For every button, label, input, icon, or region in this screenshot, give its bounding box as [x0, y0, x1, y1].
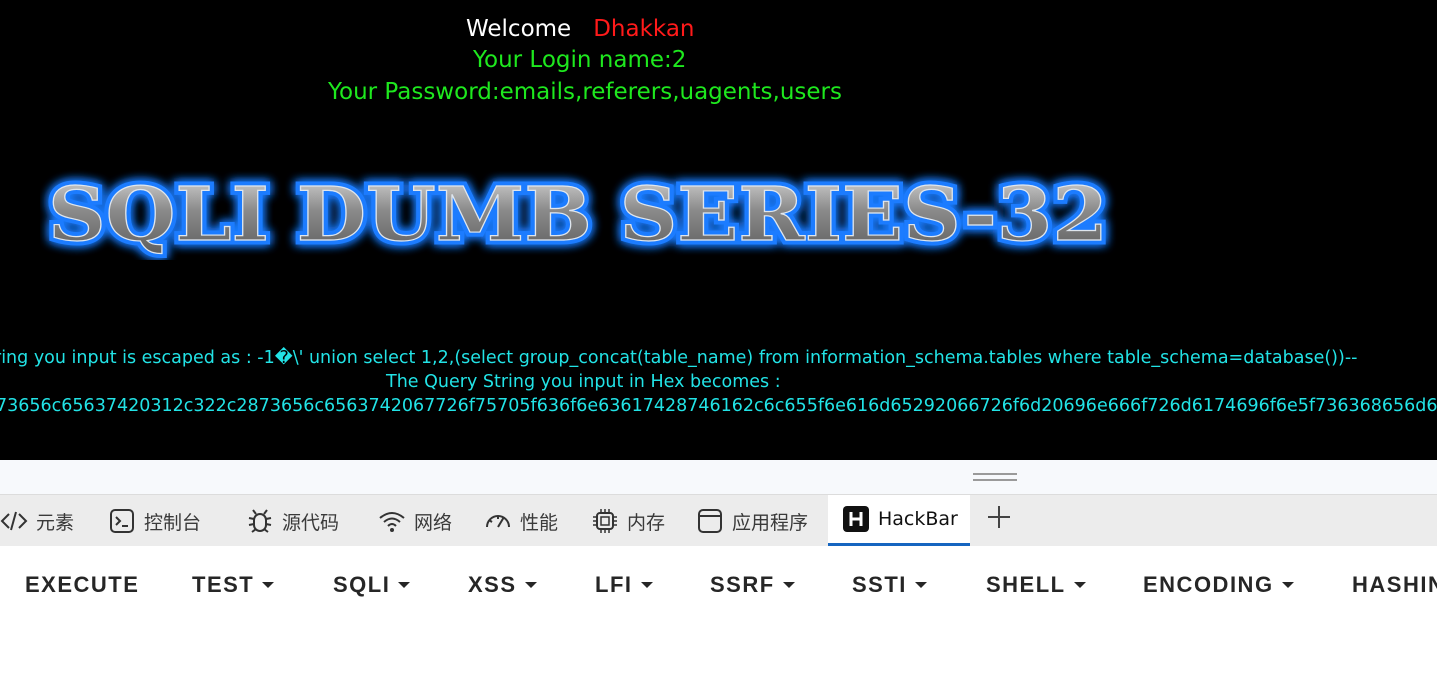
caret-down-icon: [524, 582, 537, 588]
hex-value-line: 73656c65637420312c322c2873656c6563742067…: [0, 396, 1437, 416]
lfi-menu-button[interactable]: LFI: [595, 572, 653, 598]
tab-console[interactable]: 控制台: [108, 495, 201, 547]
button-label: HASHIN: [1352, 572, 1437, 597]
tab-network[interactable]: 网络: [378, 495, 452, 547]
caret-down-icon: [1073, 582, 1086, 588]
welcome-line: Welcome Dhakkan: [466, 16, 695, 42]
button-label: EXECUTE: [25, 572, 140, 597]
banner-title-image: SQLI DUMB SERIES-32 SQLI DUMB SERIES-32: [44, 168, 1113, 261]
shell-menu-button[interactable]: SHELL: [986, 572, 1086, 598]
tab-memory[interactable]: 内存: [591, 495, 665, 547]
chip-icon: [591, 507, 619, 535]
wifi-icon: [378, 507, 406, 535]
login-name-line: Your Login name:2: [473, 47, 687, 73]
button-label: SSTI: [852, 572, 907, 597]
caret-down-icon: [640, 582, 653, 588]
tab-sources[interactable]: 源代码: [246, 495, 339, 547]
add-tab-button[interactable]: [985, 495, 1013, 547]
hackbar-logo-icon: [842, 505, 870, 533]
hackbar-toolbar: EXECUTE TEST SQLI XSS LFI SSRF SSTI SHEL…: [0, 546, 1437, 626]
welcome-label: Welcome: [466, 16, 572, 42]
plus-icon: [985, 503, 1013, 539]
window-icon: [696, 507, 724, 535]
button-label: ENCODING: [1143, 572, 1274, 597]
tab-label: HackBar: [878, 508, 958, 530]
caret-down-icon: [782, 582, 795, 588]
banner-title-text: SQLI DUMB SERIES-32: [48, 172, 1108, 258]
hashing-menu-button[interactable]: HASHIN: [1352, 572, 1437, 598]
xss-menu-button[interactable]: XSS: [468, 572, 537, 598]
user-name: Dhakkan: [593, 16, 695, 42]
execute-button[interactable]: EXECUTE: [25, 572, 139, 598]
tab-label: 性能: [520, 511, 559, 534]
tab-label: 网络: [414, 511, 453, 534]
button-label: SSRF: [710, 572, 775, 597]
button-label: SHELL: [986, 572, 1066, 597]
button-label: XSS: [468, 572, 517, 597]
tab-label: 内存: [627, 511, 666, 534]
tab-label: 应用程序: [732, 511, 809, 534]
devtools-tab-bar: 元素 控制台 源代码 网络 性能 内存 应用程序 HackBar: [0, 494, 1437, 547]
tab-label: 源代码: [282, 511, 340, 534]
sqli-menu-button[interactable]: SQLI: [333, 572, 411, 598]
tab-application[interactable]: 应用程序: [696, 495, 808, 547]
ssti-menu-button[interactable]: SSTI: [852, 572, 927, 598]
resize-grip-icon[interactable]: [973, 473, 1017, 482]
webpage-content: Welcome Dhakkan Your Login name:2 Your Pa…: [0, 0, 1437, 460]
test-menu-button[interactable]: TEST: [192, 572, 275, 598]
bug-icon: [246, 507, 274, 535]
caret-down-icon: [398, 582, 411, 588]
code-icon: [0, 507, 28, 535]
tab-hackbar[interactable]: HackBar: [828, 495, 970, 547]
console-icon: [108, 507, 136, 535]
ssrf-menu-button[interactable]: SSRF: [710, 572, 795, 598]
tab-label: 元素: [36, 511, 75, 534]
tab-elements[interactable]: 元素: [0, 495, 74, 547]
caret-down-icon: [262, 582, 275, 588]
caret-down-icon: [914, 582, 927, 588]
escaped-query-line: ring you input is escaped as : -1�\' uni…: [0, 348, 1358, 368]
hex-label-line: The Query String you input in Hex become…: [386, 372, 781, 392]
button-label: LFI: [595, 572, 633, 597]
tab-performance[interactable]: 性能: [484, 495, 558, 547]
devtools-resize-bar[interactable]: [0, 460, 1437, 494]
caret-down-icon: [1281, 582, 1294, 588]
button-label: TEST: [192, 572, 255, 597]
tab-label: 控制台: [144, 511, 202, 534]
password-line: Your Password:emails,referers,uagents,us…: [328, 79, 842, 105]
button-label: SQLI: [333, 572, 391, 597]
gauge-icon: [484, 507, 512, 535]
encoding-menu-button[interactable]: ENCODING: [1143, 572, 1294, 598]
